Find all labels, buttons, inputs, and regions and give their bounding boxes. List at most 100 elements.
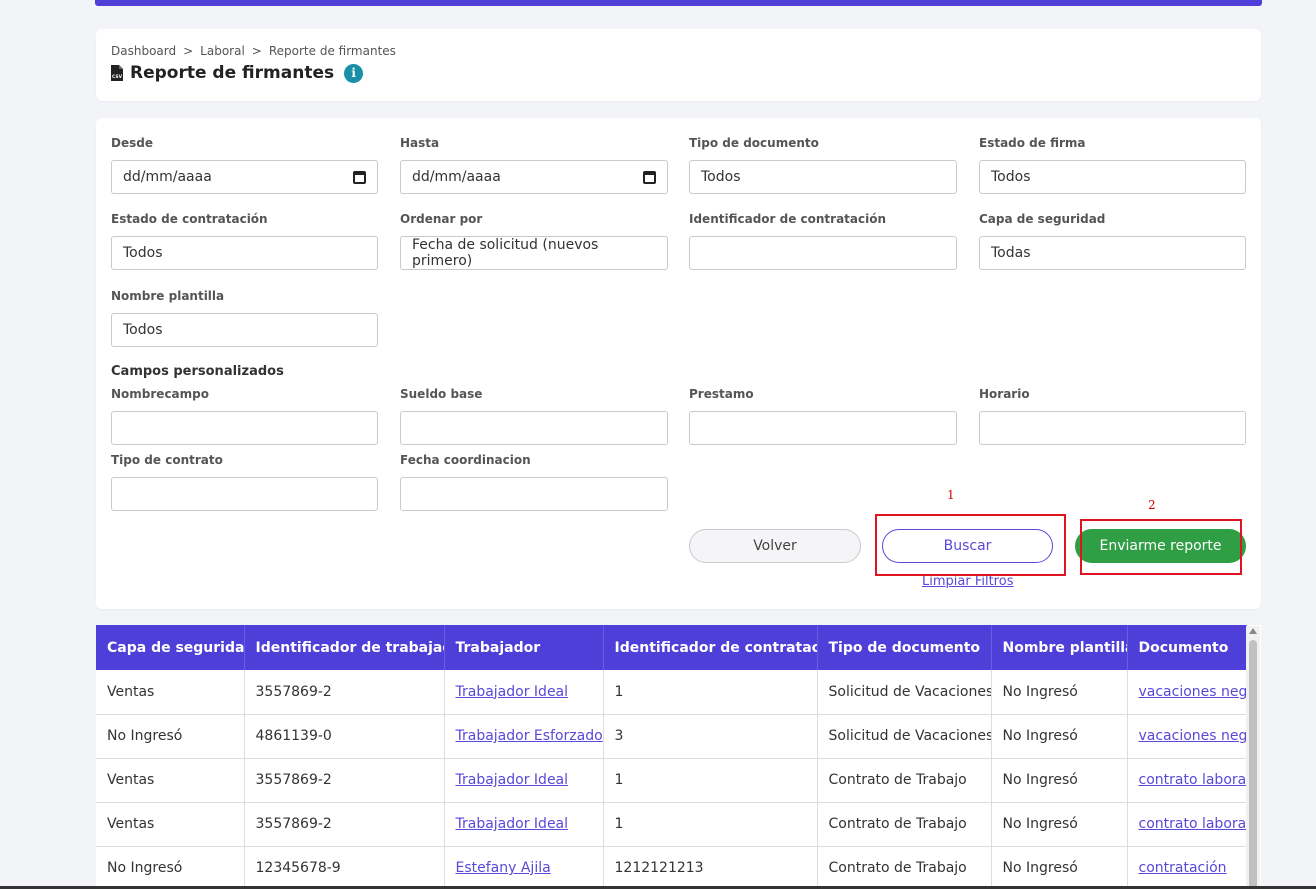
column-header[interactable]: Trabajador bbox=[444, 625, 604, 670]
filters-card: Desde dd/mm/aaaa Hasta dd/mm/aaaa Tipo d… bbox=[96, 118, 1261, 609]
table-row: No Ingresó 4861139-0 Trabajador Esforzad… bbox=[96, 714, 1247, 759]
results-table-container: Capa de seguridad Identificador de traba… bbox=[96, 625, 1261, 889]
table-cell: contrato laboral bbox=[1127, 758, 1247, 803]
table-cell: No Ingresó bbox=[991, 802, 1128, 847]
documento-link[interactable]: vacaciones nego bbox=[1139, 684, 1246, 700]
breadcrumb-laboral[interactable]: Laboral bbox=[200, 44, 245, 58]
estado-firma-select[interactable]: Todos bbox=[979, 160, 1246, 194]
table-cell: contrato laboral bbox=[1127, 802, 1247, 847]
limpiar-filtros-link[interactable]: Limpiar Filtros bbox=[922, 574, 1013, 589]
estado-firma-value: Todos bbox=[991, 169, 1031, 185]
table-cell: 1 bbox=[603, 802, 818, 847]
table-cell: 4861139-0 bbox=[244, 714, 445, 759]
tipo-contrato-label: Tipo de contrato bbox=[111, 453, 223, 467]
desde-label: Desde bbox=[111, 136, 153, 150]
table-scrollbar-thumb[interactable] bbox=[1249, 640, 1257, 889]
estado-firma-label: Estado de firma bbox=[979, 136, 1086, 150]
horario-label: Horario bbox=[979, 387, 1030, 401]
scroll-up-arrow-icon[interactable] bbox=[1249, 628, 1257, 634]
volver-button[interactable]: Volver bbox=[689, 529, 861, 563]
table-cell: Contrato de Trabajo bbox=[817, 846, 992, 889]
csv-file-icon: CSV bbox=[111, 64, 123, 81]
trabajador-link[interactable]: Estefany Ajila bbox=[456, 860, 551, 876]
table-cell: No Ingresó bbox=[991, 846, 1128, 889]
table-cell: Trabajador Ideal bbox=[444, 670, 604, 715]
annotation-box-1 bbox=[875, 514, 1066, 576]
ordenar-por-select[interactable]: Fecha de solicitud (nuevos primero) bbox=[400, 236, 668, 270]
table-cell: Trabajador Esforzado bbox=[444, 714, 604, 759]
horario-input[interactable] bbox=[979, 411, 1246, 445]
desde-date-input[interactable]: dd/mm/aaaa bbox=[111, 160, 378, 194]
table-row: Ventas 3557869-2 Trabajador Ideal 1 Cont… bbox=[96, 758, 1247, 803]
table-cell: Ventas bbox=[96, 758, 245, 803]
sueldo-base-input[interactable] bbox=[400, 411, 668, 445]
column-header[interactable]: Nombre plantilla bbox=[991, 625, 1128, 670]
table-cell: contratación bbox=[1127, 846, 1247, 889]
calendar-icon[interactable] bbox=[353, 170, 366, 184]
breadcrumb: Dashboard > Laboral > Reporte de firmant… bbox=[111, 44, 396, 58]
column-header[interactable]: Identificador de contratación bbox=[603, 625, 818, 670]
capa-seguridad-select[interactable]: Todas bbox=[979, 236, 1246, 270]
table-cell: Estefany Ajila bbox=[444, 846, 604, 889]
campos-personalizados-title: Campos personalizados bbox=[111, 364, 284, 379]
nombre-plantilla-value: Todos bbox=[123, 322, 163, 338]
results-table: Capa de seguridad Identificador de traba… bbox=[96, 625, 1247, 889]
annotation-number-1: 1 bbox=[947, 488, 955, 502]
capa-seguridad-label: Capa de seguridad bbox=[979, 212, 1106, 226]
hasta-date-input[interactable]: dd/mm/aaaa bbox=[400, 160, 668, 194]
table-row: Ventas 3557869-2 Trabajador Ideal 1 Soli… bbox=[96, 670, 1247, 715]
page-title: Reporte de firmantes bbox=[130, 63, 335, 83]
tipo-documento-select[interactable]: Todos bbox=[689, 160, 957, 194]
nombrecampo-input[interactable] bbox=[111, 411, 378, 445]
table-row: Ventas 3557869-2 Trabajador Ideal 1 Cont… bbox=[96, 802, 1247, 847]
table-cell: No Ingresó bbox=[991, 758, 1128, 803]
ordenar-por-label: Ordenar por bbox=[400, 212, 483, 226]
capa-seguridad-value: Todas bbox=[991, 245, 1031, 261]
trabajador-link[interactable]: Trabajador Ideal bbox=[456, 684, 569, 700]
table-cell: No Ingresó bbox=[991, 714, 1128, 759]
page-header-card: Dashboard > Laboral > Reporte de firmant… bbox=[96, 29, 1261, 101]
documento-link[interactable]: contratación bbox=[1139, 860, 1227, 876]
table-row: No Ingresó 12345678-9 Estefany Ajila 121… bbox=[96, 846, 1247, 889]
fecha-coordinacion-input[interactable] bbox=[400, 477, 668, 511]
documento-link[interactable]: contrato laboral bbox=[1139, 772, 1246, 788]
trabajador-link[interactable]: Trabajador Ideal bbox=[456, 772, 569, 788]
documento-link[interactable]: contrato laboral bbox=[1139, 816, 1246, 832]
table-cell: 1212121213 bbox=[603, 846, 818, 889]
documento-link[interactable]: vacaciones nego bbox=[1139, 728, 1246, 744]
table-cell: vacaciones nego bbox=[1127, 714, 1247, 759]
trabajador-link[interactable]: Trabajador Ideal bbox=[456, 816, 569, 832]
nombre-plantilla-label: Nombre plantilla bbox=[111, 289, 225, 303]
top-banner bbox=[95, 0, 1262, 6]
breadcrumb-separator: > bbox=[183, 44, 194, 58]
prestamo-label: Prestamo bbox=[689, 387, 754, 401]
desde-value: dd/mm/aaaa bbox=[123, 169, 212, 185]
calendar-icon[interactable] bbox=[643, 170, 656, 184]
svg-text:CSV: CSV bbox=[112, 74, 123, 80]
table-cell: Contrato de Trabajo bbox=[817, 758, 992, 803]
info-icon[interactable]: i bbox=[344, 63, 364, 83]
column-header[interactable]: Tipo de documento bbox=[817, 625, 992, 670]
column-header[interactable]: Identificador de trabajador bbox=[244, 625, 445, 670]
table-cell: No Ingresó bbox=[96, 714, 245, 759]
table-cell: 3557869-2 bbox=[244, 670, 445, 715]
table-cell: 1 bbox=[603, 758, 818, 803]
tipo-contrato-input[interactable] bbox=[111, 477, 378, 511]
prestamo-input[interactable] bbox=[689, 411, 957, 445]
estado-contratacion-select[interactable]: Todos bbox=[111, 236, 378, 270]
breadcrumb-current: Reporte de firmantes bbox=[268, 44, 396, 58]
column-header[interactable]: Capa de seguridad bbox=[96, 625, 245, 670]
estado-contratacion-value: Todos bbox=[123, 245, 163, 261]
fecha-coordinacion-label: Fecha coordinacion bbox=[400, 453, 531, 467]
trabajador-link[interactable]: Trabajador Esforzado bbox=[456, 728, 603, 744]
table-cell: vacaciones nego bbox=[1127, 670, 1247, 715]
table-cell: 3557869-2 bbox=[244, 758, 445, 803]
title-row: CSV Reporte de firmantes i bbox=[110, 63, 364, 83]
table-header-row: Capa de seguridad Identificador de traba… bbox=[96, 625, 1247, 670]
identificador-contratacion-input[interactable] bbox=[689, 236, 957, 270]
table-cell: 1 bbox=[603, 670, 818, 715]
breadcrumb-dashboard[interactable]: Dashboard bbox=[111, 44, 176, 58]
table-cell: 3 bbox=[603, 714, 818, 759]
nombre-plantilla-select[interactable]: Todos bbox=[111, 313, 378, 347]
column-header[interactable]: Documento bbox=[1127, 625, 1247, 670]
